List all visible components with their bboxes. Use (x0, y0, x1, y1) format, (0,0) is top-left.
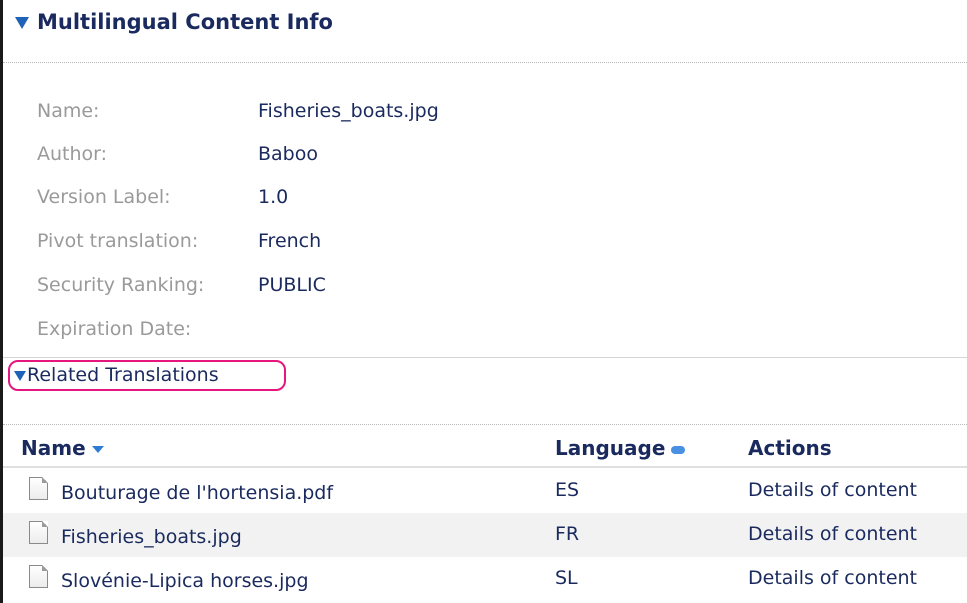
expand-triangle-icon (14, 371, 26, 381)
panel-title: Multilingual Content Info (37, 10, 333, 34)
file-name-link[interactable]: Fisheries_boats.jpg (61, 526, 242, 548)
column-header-actions: Actions (748, 436, 832, 460)
table-row: Slovénie-Lipica horses.jpg SL Details of… (3, 557, 967, 601)
author-value: Baboo (258, 143, 318, 165)
file-icon (29, 521, 48, 544)
file-name-link[interactable]: Slovénie-Lipica horses.jpg (61, 570, 309, 592)
version-value: 1.0 (258, 186, 289, 208)
column-header-name-label: Name (21, 436, 86, 460)
table-row: Fisheries_boats.jpg FR Details of conten… (3, 513, 967, 557)
related-divider (3, 424, 967, 425)
translations-table-header: Name Language Actions (3, 432, 967, 466)
version-label: Version Label: (37, 186, 171, 208)
collapse-triangle-icon[interactable] (15, 17, 29, 29)
table-header-divider (3, 466, 967, 468)
language-code: SL (555, 567, 578, 589)
language-code: FR (555, 523, 580, 545)
sort-neutral-icon[interactable] (671, 445, 686, 454)
security-ranking-label: Security Ranking: (37, 274, 205, 296)
column-header-language-label: Language (555, 436, 666, 460)
pivot-translation-value: French (258, 230, 322, 252)
header-divider (3, 62, 967, 63)
details-of-content-link[interactable]: Details of content (748, 567, 917, 589)
expiration-date-label: Expiration Date: (37, 318, 192, 340)
author-label: Author: (37, 143, 108, 165)
file-icon (29, 477, 48, 500)
related-translations-toggle[interactable]: Related Translations (8, 360, 286, 391)
multilingual-content-panel: Multilingual Content Info Name: Fisherie… (3, 0, 967, 603)
section-divider (3, 357, 967, 358)
panel-header[interactable]: Multilingual Content Info (3, 0, 967, 62)
table-row: Bouturage de l'hortensia.pdf ES Details … (3, 469, 967, 513)
name-label: Name: (37, 100, 100, 122)
sort-descending-icon[interactable] (91, 446, 104, 453)
pivot-translation-label: Pivot translation: (37, 230, 199, 252)
details-of-content-link[interactable]: Details of content (748, 479, 917, 501)
related-translations-label: Related Translations (27, 364, 219, 386)
column-header-name[interactable]: Name (21, 436, 104, 460)
file-icon (29, 565, 48, 588)
column-header-language[interactable]: Language (555, 436, 686, 460)
language-code: ES (555, 479, 580, 501)
file-name-link[interactable]: Bouturage de l'hortensia.pdf (61, 482, 333, 504)
details-of-content-link[interactable]: Details of content (748, 523, 917, 545)
name-value: Fisheries_boats.jpg (258, 100, 439, 122)
security-ranking-value: PUBLIC (258, 274, 326, 296)
